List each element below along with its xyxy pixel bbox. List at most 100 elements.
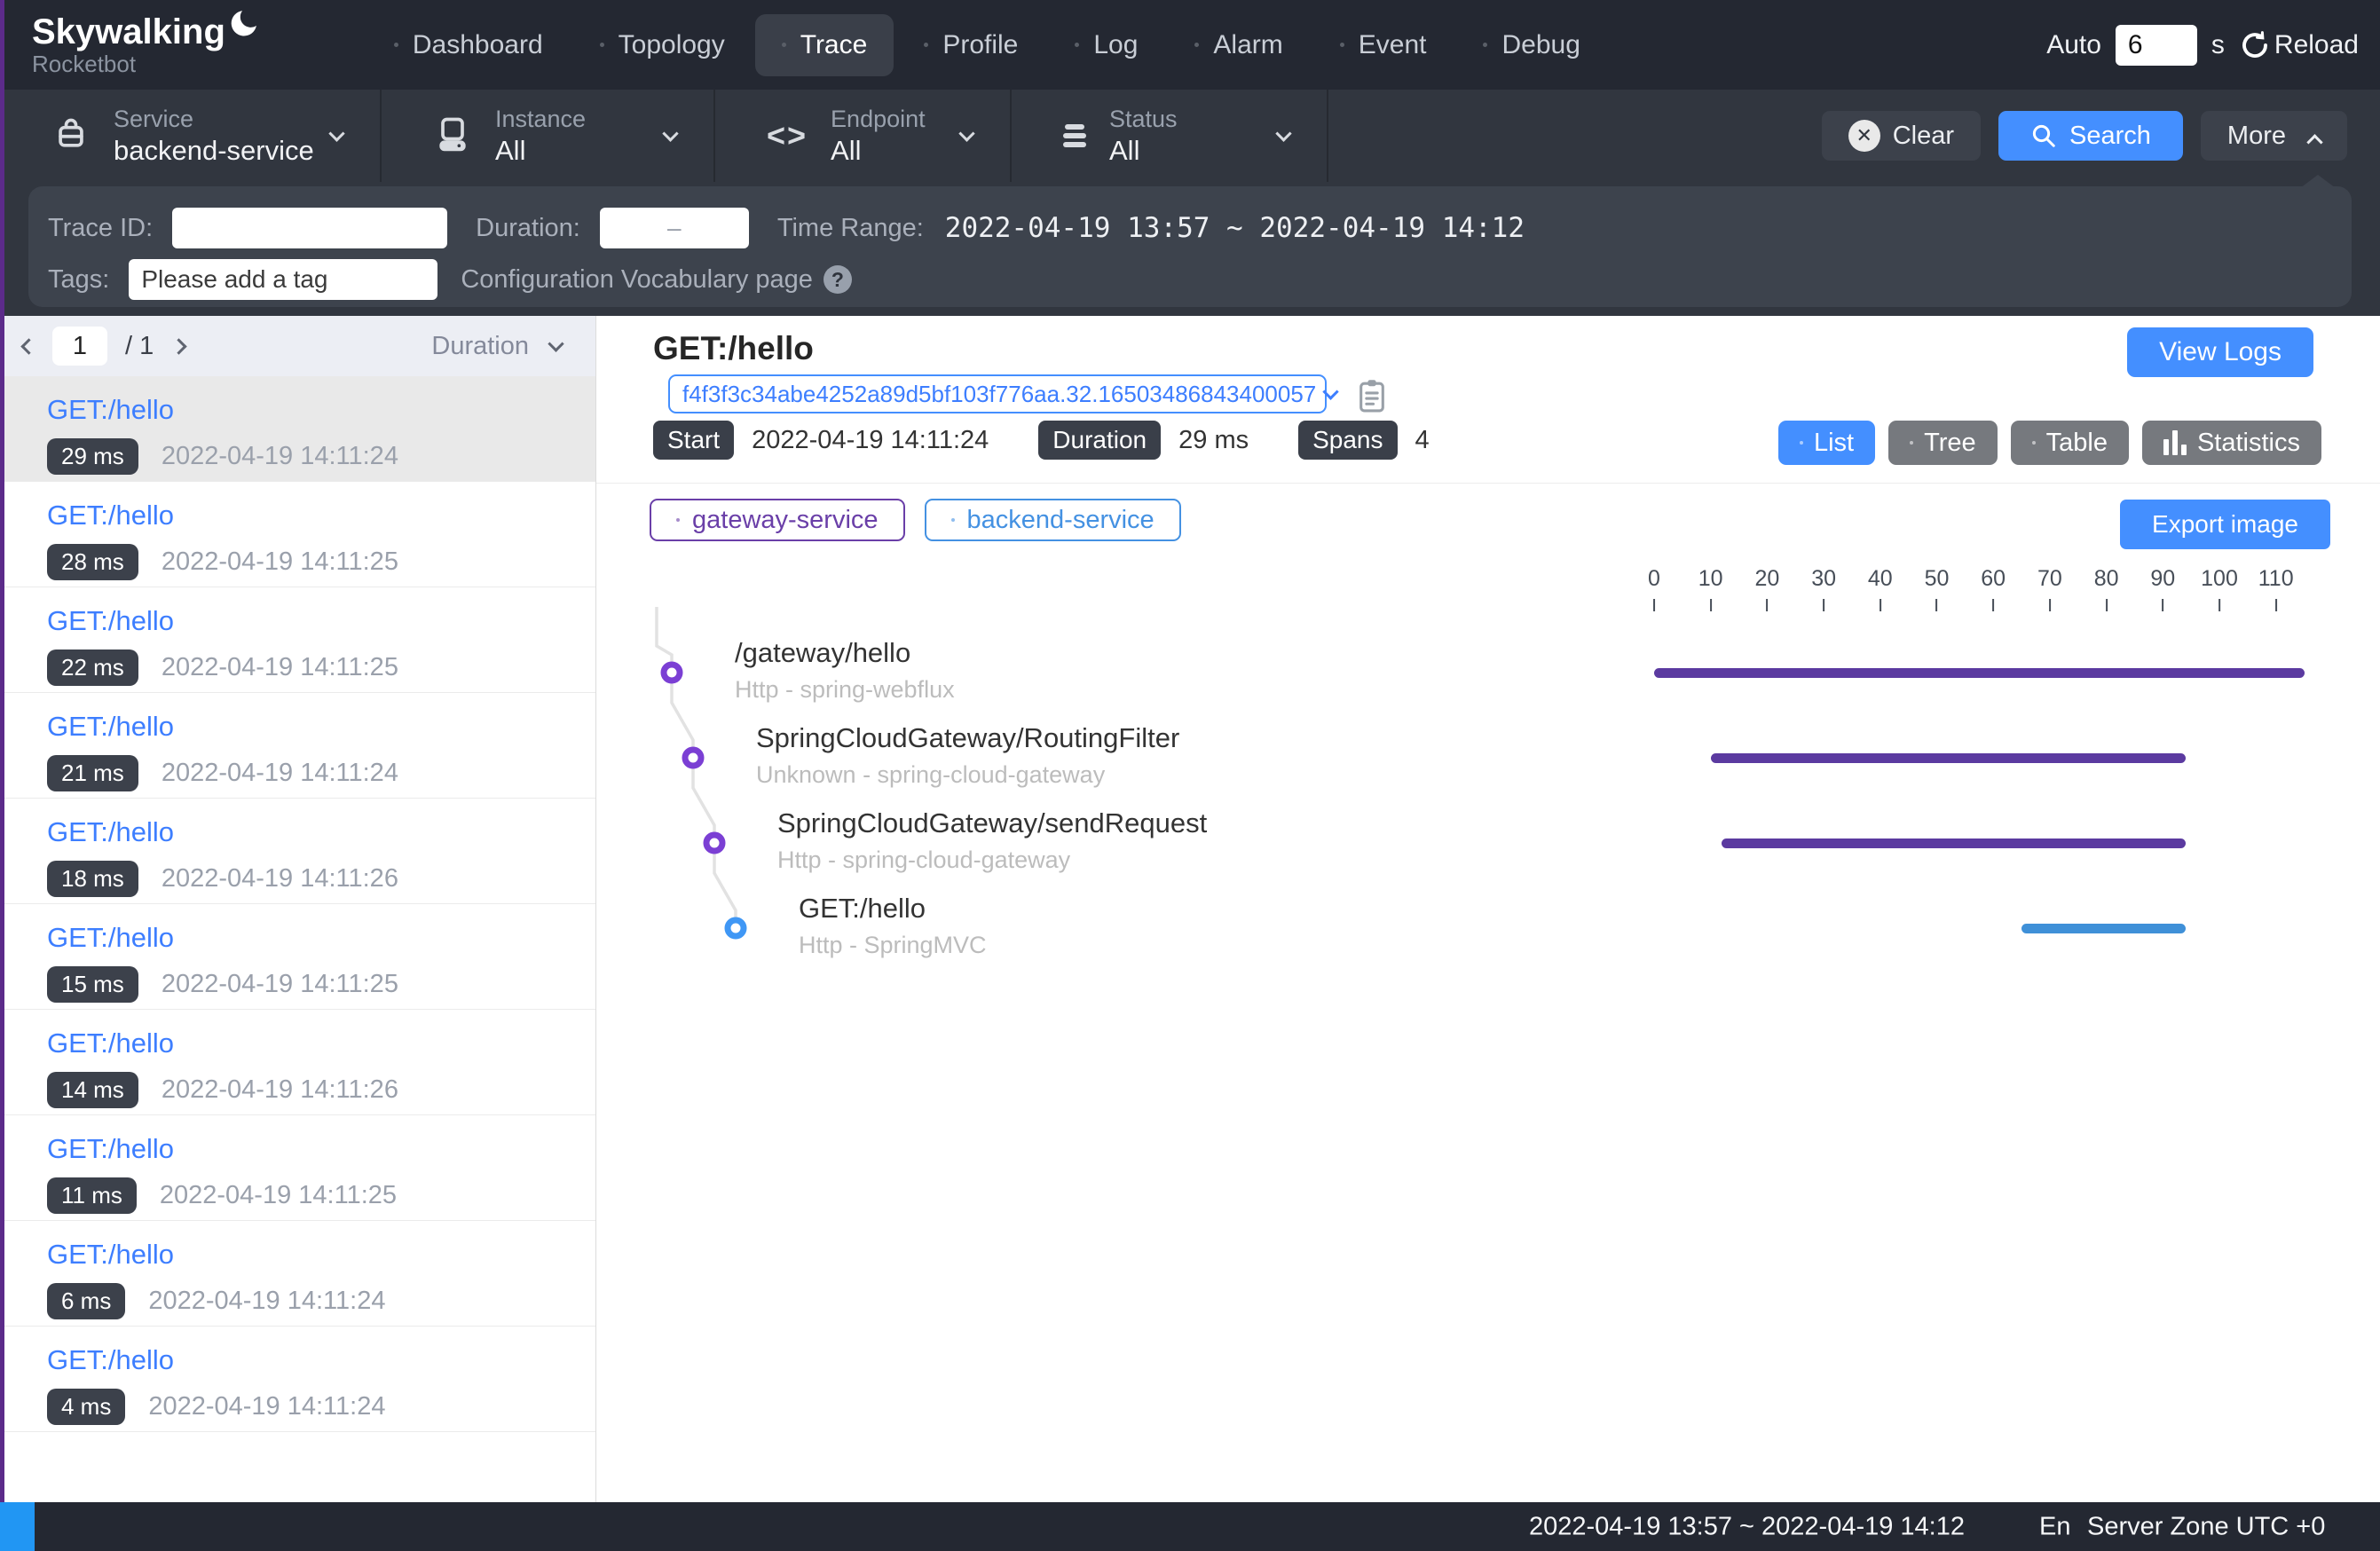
instance-device-icon <box>433 114 472 158</box>
spans-value: 4 <box>1415 426 1430 455</box>
brand-subtitle: Rocketbot <box>32 51 261 77</box>
service-tag[interactable]: backend-service <box>925 499 1181 541</box>
trace-id-input[interactable] <box>172 208 447 248</box>
brand-logo[interactable]: Skywalking Rocketbot <box>32 12 261 77</box>
trace-list-item[interactable]: GET:/hello 11 ms 2022-04-19 14:11:25 <box>0 1115 595 1221</box>
view-button-list[interactable]: List <box>1778 421 1875 465</box>
time-range-value[interactable]: 2022-04-19 13:57 ~ 2022-04-19 14:12 <box>945 212 1525 244</box>
trace-id-label: Trace ID: <box>48 214 153 243</box>
nav-item[interactable]: Debug <box>1456 14 1606 76</box>
server-zone[interactable]: Server Zone UTC +0 <box>2087 1512 2325 1541</box>
span-node-icon <box>728 920 744 936</box>
trace-list-item[interactable]: GET:/hello 6 ms 2022-04-19 14:11:24 <box>0 1221 595 1327</box>
view-button-tree[interactable]: Tree <box>1888 421 1998 465</box>
help-icon[interactable]: ? <box>824 265 852 294</box>
trace-timestamp: 2022-04-19 14:11:25 <box>162 653 398 682</box>
view-logs-button[interactable]: View Logs <box>2127 327 2313 377</box>
auto-label: Auto <box>2046 30 2101 60</box>
clear-button[interactable]: ✕ Clear <box>1822 111 1981 161</box>
instance-label: Instance <box>495 106 586 133</box>
page-next-icon[interactable] <box>171 338 187 354</box>
axis-tick-label: 110 <box>2258 566 2294 591</box>
page-number-input[interactable] <box>52 327 107 366</box>
service-tags: gateway-service backend-service <box>650 499 1181 541</box>
nav-item-label: Event <box>1359 30 1427 60</box>
trace-list-item[interactable]: GET:/hello 22 ms 2022-04-19 14:11:25 <box>0 587 595 693</box>
chevron-down-icon <box>662 125 678 141</box>
endpoint-selector[interactable]: <> Endpoint All <box>715 90 1012 182</box>
service-label: Service <box>114 106 314 133</box>
nav-item-label: Trace <box>800 30 868 60</box>
trace-item-title: GET:/hello <box>47 394 595 426</box>
nav-item[interactable]: Trace <box>755 14 894 76</box>
chevron-down-icon <box>548 335 563 351</box>
trace-list-item[interactable]: GET:/hello 4 ms 2022-04-19 14:11:24 <box>0 1327 595 1432</box>
reload-icon <box>2239 29 2271 61</box>
axis-tick: 60 <box>1981 566 2006 611</box>
nav-item[interactable]: Log <box>1048 14 1164 76</box>
span-node-icon <box>664 665 680 681</box>
more-label: More <box>2227 122 2286 151</box>
instance-selector[interactable]: Instance All <box>382 90 715 182</box>
status-label: Status <box>1109 106 1178 133</box>
trace-list-item[interactable]: GET:/hello 28 ms 2022-04-19 14:11:25 <box>0 482 595 587</box>
copy-clipboard-icon[interactable] <box>1356 378 1388 418</box>
tags-input[interactable] <box>129 259 437 300</box>
trace-list-item[interactable]: GET:/hello 15 ms 2022-04-19 14:11:25 <box>0 904 595 1010</box>
span-node-icon <box>706 835 722 851</box>
left-edge-strip <box>0 0 4 1502</box>
auto-interval-input[interactable] <box>2116 25 2197 66</box>
span-name[interactable]: GET:/hello <box>799 893 926 925</box>
span-duration-bar[interactable] <box>1711 753 2186 763</box>
search-button[interactable]: Search <box>1998 111 2183 161</box>
trace-list-item[interactable]: GET:/hello 18 ms 2022-04-19 14:11:26 <box>0 799 595 904</box>
nav-item[interactable]: Event <box>1313 14 1454 76</box>
axis-tick: 70 <box>2037 566 2062 611</box>
export-image-button[interactable]: Export image <box>2120 500 2330 549</box>
chevron-up-icon <box>2306 134 2322 150</box>
span-name[interactable]: SpringCloudGateway/sendRequest <box>777 807 1207 839</box>
trace-id-dropdown[interactable]: f4f3f3c34abe4252a89d5bf103f776aa.32.1650… <box>668 374 1327 413</box>
corner-widget[interactable] <box>0 1502 35 1551</box>
duration-input[interactable] <box>600 208 749 248</box>
axis-tick-label: 60 <box>1981 566 2006 591</box>
service-tag[interactable]: gateway-service <box>650 499 905 541</box>
view-button-table[interactable]: Table <box>2011 421 2129 465</box>
span-name[interactable]: SpringCloudGateway/RoutingFilter <box>756 722 1179 754</box>
clear-circle-x-icon: ✕ <box>1848 120 1880 152</box>
trace-timestamp: 2022-04-19 14:11:26 <box>162 1075 398 1105</box>
more-button[interactable]: More <box>2201 111 2347 161</box>
nav-item-label: Topology <box>619 30 725 60</box>
chevron-down-icon <box>1275 125 1291 141</box>
nav-item[interactable]: Topology <box>573 14 752 76</box>
axis-tick: 10 <box>1698 566 1723 611</box>
language-switch[interactable]: En <box>2039 1512 2070 1541</box>
more-panel-wrap: Trace ID: Duration: Time Range: 2022-04-… <box>0 182 2380 316</box>
span-duration-bar[interactable] <box>1722 838 2185 848</box>
span-name[interactable]: /gateway/hello <box>735 637 910 669</box>
vocabulary-link[interactable]: Configuration Vocabulary page <box>461 265 813 295</box>
duration-badge: 6 ms <box>47 1283 125 1319</box>
service-selector[interactable]: Service backend-service <box>0 90 382 182</box>
trace-timestamp: 2022-04-19 14:11:25 <box>162 970 398 999</box>
footer-time-range: 2022-04-19 13:57 ~ 2022-04-19 14:12 <box>1529 1512 1965 1541</box>
span-duration-bar[interactable] <box>1654 668 2305 678</box>
axis-tick: 90 <box>2150 566 2175 611</box>
nav-item[interactable]: Dashboard <box>367 14 570 76</box>
span-duration-bar[interactable] <box>2021 924 2186 933</box>
view-button-statistics[interactable]: Statistics <box>2142 421 2321 465</box>
status-layers-icon <box>1063 121 1086 151</box>
status-selector[interactable]: Status All <box>1012 90 1328 182</box>
trace-list-item[interactable]: GET:/hello 29 ms 2022-04-19 14:11:24 <box>0 376 595 482</box>
page-prev-icon[interactable] <box>20 338 36 354</box>
sort-dropdown[interactable]: Duration <box>431 332 562 361</box>
nav-item[interactable]: Alarm <box>1168 14 1309 76</box>
nav-item[interactable]: Profile <box>897 14 1044 76</box>
trace-list-item[interactable]: GET:/hello 21 ms 2022-04-19 14:11:24 <box>0 693 595 799</box>
duration-value: 29 ms <box>1178 426 1249 455</box>
axis-tick: 20 <box>1754 566 1779 611</box>
reload-button[interactable]: Reload <box>2239 29 2359 61</box>
trace-list-item[interactable]: GET:/hello 14 ms 2022-04-19 14:11:26 <box>0 1010 595 1115</box>
trace-item-title: GET:/hello <box>47 1344 595 1376</box>
span-component: Unknown - spring-cloud-gateway <box>756 761 1105 789</box>
